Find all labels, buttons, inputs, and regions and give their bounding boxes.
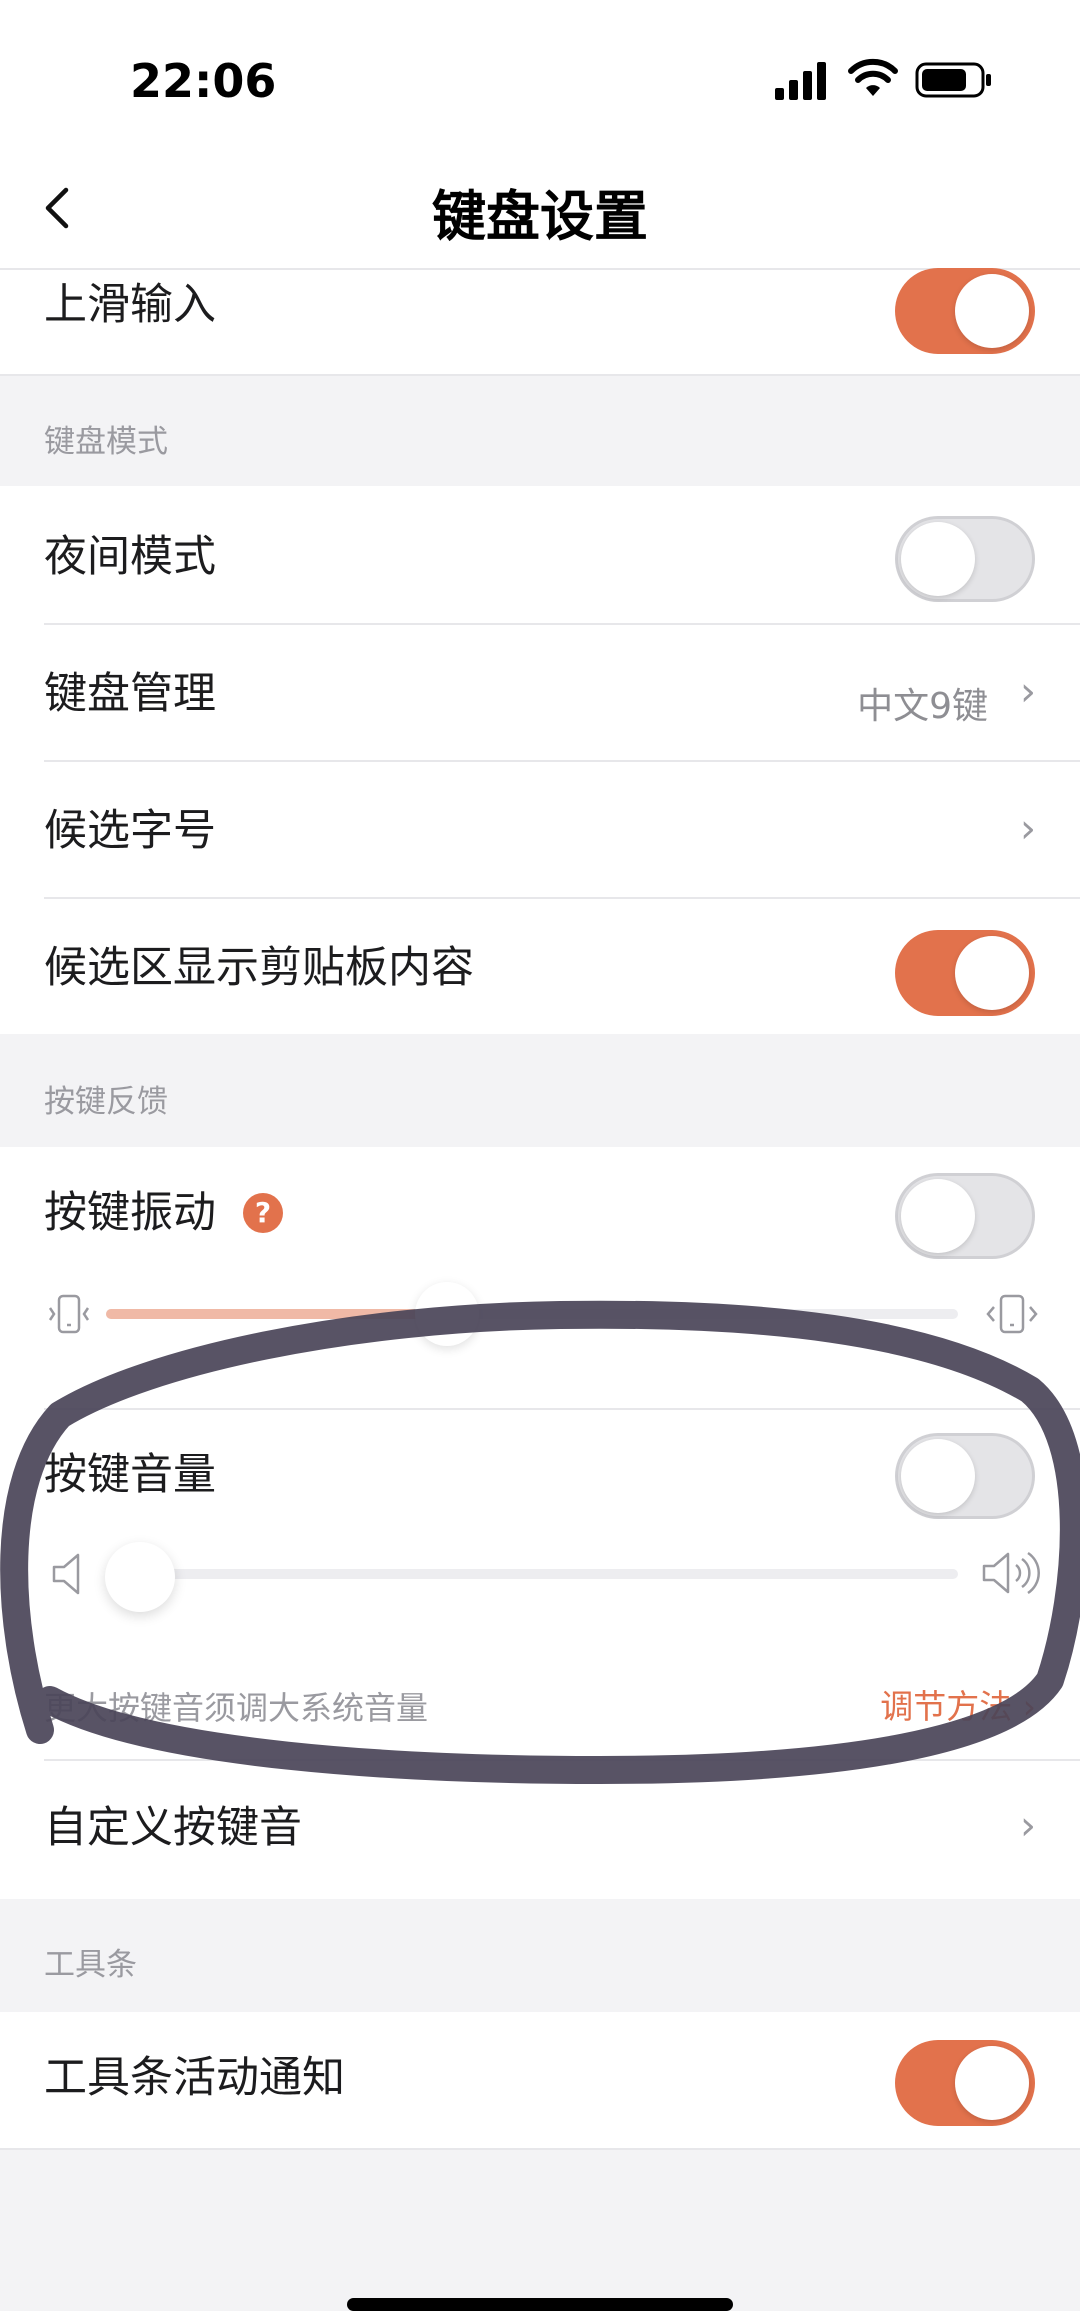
toolbar-notify-label: 工具条活动通知 [44,2053,345,2103]
group-toolbar: 工具条活动通知 [0,2012,1080,2150]
clipboard-candidates-toggle[interactable] [895,930,1035,1016]
section-key-feedback: 按键反馈 [44,1084,168,1120]
key-vibration-toggle[interactable] [895,1173,1035,1259]
swipe-input-toggle[interactable] [895,268,1035,354]
toolbar-notify-toggle[interactable] [895,2040,1035,2126]
candidate-font-label: 候选字号 [44,806,216,856]
wifi-icon [848,58,898,98]
section-keyboard-mode: 键盘模式 [44,424,168,460]
group-keyboard-mode: 夜间模式 键盘管理 中文9键 › 候选字号 › 候选区显示剪贴板内容 [0,486,1080,1034]
swipe-input-label: 上滑输入 [44,280,216,330]
night-mode-toggle[interactable] [895,516,1035,602]
chevron-right-icon: › [1020,1803,1036,1849]
chevron-right-icon: › [1020,806,1036,852]
chevron-right-icon: › [1020,669,1036,715]
keyboard-manage-value: 中文9键 [857,686,988,727]
nav-bar: 键盘设置 [0,150,1080,270]
status-time: 22:06 [130,54,277,108]
status-bar: 22:06 [0,0,1080,150]
night-mode-label: 夜间模式 [44,532,216,582]
clipboard-candidates-label: 候选区显示剪贴板内容 [44,943,474,993]
battery-icon [915,62,993,98]
home-indicator [347,2298,733,2311]
custom-sound-label: 自定义按键音 [44,1803,302,1853]
section-toolbar: 工具条 [44,1947,137,1983]
key-vibration-label: 按键振动 [44,1188,216,1238]
page-title: 键盘设置 [432,185,648,248]
keyboard-manage-label: 键盘管理 [44,669,216,719]
annotation-circle [0,1300,1080,1784]
help-icon[interactable]: ? [243,1193,283,1233]
row-swipe-input: 上滑输入 [0,268,1080,374]
signal-icon [775,60,827,100]
